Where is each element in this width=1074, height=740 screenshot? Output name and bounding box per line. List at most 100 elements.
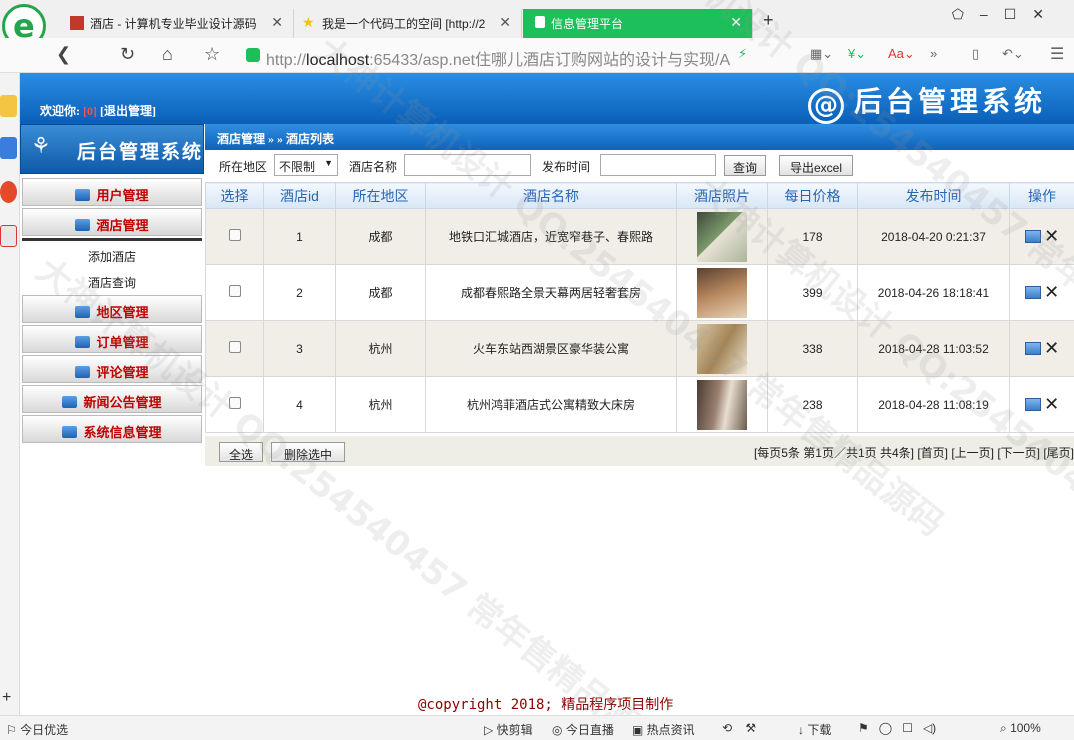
- cell-region: 成都: [335, 264, 426, 321]
- close-icon[interactable]: ✕: [271, 14, 283, 31]
- submenu-add-hotel[interactable]: 添加酒店: [22, 242, 202, 268]
- home-icon[interactable]: ⌂: [162, 44, 173, 65]
- cell-id: 4: [263, 376, 336, 433]
- edit-icon[interactable]: [1024, 398, 1041, 411]
- status-item-clip[interactable]: ▷ 快剪辑: [484, 721, 533, 738]
- cell-name: 地铁口汇城酒店，近宽窄巷子、春熙路: [425, 208, 677, 265]
- bookmark-star-icon[interactable]: ☆: [204, 44, 220, 65]
- menu-icon: [75, 219, 91, 231]
- notes-icon[interactable]: [0, 137, 17, 159]
- cell-region: 杭州: [335, 320, 426, 377]
- menu-icon[interactable]: ☰: [1050, 44, 1064, 64]
- status-tools[interactable]: ⚑ ◯ ☐ ◁): [858, 721, 936, 735]
- hotel-name-input[interactable]: [404, 154, 531, 176]
- sidebar-item-region[interactable]: 地区管理: [22, 295, 202, 323]
- edit-icon[interactable]: [1024, 286, 1041, 299]
- col-time: 发布时间: [857, 182, 1010, 209]
- cell-region: 成都: [335, 208, 426, 265]
- tab-hotel-source[interactable]: 酒店 - 计算机专业毕业设计源码 ✕: [62, 9, 294, 38]
- table-header-row: 选择 酒店id 所在地区 酒店名称 酒店照片 每日价格 发布时间 操作: [205, 182, 1074, 209]
- reload-icon[interactable]: ↻: [120, 44, 135, 65]
- chevron-down-icon: ▼: [324, 158, 333, 168]
- people-logo-icon: ⚘: [31, 133, 51, 158]
- status-left[interactable]: ⚐ 今日优选: [6, 721, 68, 738]
- tab-title: 信息管理平台: [551, 17, 624, 31]
- col-action: 操作: [1009, 182, 1074, 209]
- cell-time: 2018-04-28 11:08:19: [857, 376, 1010, 433]
- sidebar-item-hotel[interactable]: 酒店管理: [22, 208, 202, 236]
- row-checkbox[interactable]: [228, 285, 241, 297]
- row-checkbox[interactable]: [228, 397, 241, 409]
- delete-selected-button[interactable]: 删除选中: [271, 442, 345, 462]
- favorites-icon[interactable]: [0, 95, 17, 117]
- publish-time-input[interactable]: [600, 154, 716, 176]
- zoom-level[interactable]: ⌕ 100%: [1000, 721, 1041, 736]
- region-select[interactable]: 不限制 ▼: [274, 154, 338, 176]
- currency-icon[interactable]: ¥⌄: [848, 46, 866, 62]
- apps-icon[interactable]: ▦⌄: [810, 46, 833, 62]
- undo-icon[interactable]: ↶⌄: [1002, 46, 1024, 62]
- select-all-button[interactable]: 全选: [219, 442, 263, 462]
- status-item-live[interactable]: ◎ 今日直播: [552, 721, 614, 738]
- menu-label: 系统信息管理: [83, 425, 162, 440]
- tab-info-platform[interactable]: 信息管理平台 ✕: [523, 9, 753, 38]
- edit-icon[interactable]: [1024, 230, 1041, 243]
- status-label: 热点资讯: [646, 723, 695, 737]
- close-icon[interactable]: ✕: [730, 14, 742, 31]
- back-icon[interactable]: ❮: [56, 44, 71, 65]
- logout-link[interactable]: [退出管理]: [100, 104, 156, 118]
- more-icon[interactable]: »: [930, 46, 937, 61]
- at-logo-icon: @: [807, 88, 844, 124]
- speed-icon[interactable]: ⚡: [738, 46, 747, 62]
- cell-name: 火车东站西湖景区豪华装公寓: [425, 320, 677, 377]
- welcome-prefix: 欢迎你:: [40, 104, 80, 118]
- hotel-photo[interactable]: [697, 379, 747, 430]
- sidebar-item-news[interactable]: 新闻公告管理: [22, 385, 202, 413]
- cell-id: 3: [263, 320, 336, 377]
- menu-icon: [62, 426, 78, 438]
- delete-icon[interactable]: ✕: [1044, 394, 1059, 414]
- status-icons[interactable]: ⟲ ⚒: [722, 721, 756, 735]
- row-checkbox[interactable]: [228, 341, 241, 353]
- pagination[interactable]: [每页5条 第1页／共1页 共4条] [首页] [上一页] [下一页] [尾页]: [754, 444, 1074, 461]
- current-user: [0]: [83, 104, 97, 118]
- hotel-photo[interactable]: [697, 323, 747, 374]
- region-select-value: 不限制: [279, 160, 316, 174]
- sidebar-item-system[interactable]: 系统信息管理: [22, 415, 202, 443]
- sidebar-item-order[interactable]: 订单管理: [22, 325, 202, 353]
- hotel-photo[interactable]: [697, 267, 747, 318]
- cell-price: 338: [767, 320, 858, 377]
- hotel-photo[interactable]: [697, 211, 747, 262]
- edit-icon[interactable]: [1024, 342, 1041, 355]
- status-item-news[interactable]: ▣ 热点资讯: [632, 721, 695, 738]
- new-tab-icon[interactable]: +: [763, 10, 774, 31]
- sidebar-item-user[interactable]: 用户管理: [22, 178, 202, 206]
- sidebar-item-comment[interactable]: 评论管理: [22, 355, 202, 383]
- cell-name: 成都春熙路全景天幕两居轻奢套房: [425, 264, 677, 321]
- delete-icon[interactable]: ✕: [1044, 226, 1059, 246]
- mail-icon[interactable]: [0, 225, 17, 247]
- menu-icon: [75, 366, 91, 378]
- device-icon[interactable]: ▯: [972, 46, 979, 62]
- delete-icon[interactable]: ✕: [1044, 282, 1059, 302]
- tab-code-space[interactable]: ★ 我是一个代码工的空间 [http://2 ✕: [294, 9, 522, 38]
- export-excel-button[interactable]: 导出excel: [779, 155, 853, 176]
- delete-icon[interactable]: ✕: [1044, 338, 1059, 358]
- submenu-divider: [22, 238, 202, 241]
- window-controls[interactable]: ⬠–☐✕: [952, 6, 1060, 23]
- region-label: 所在地区: [219, 160, 268, 174]
- close-icon[interactable]: ✕: [499, 14, 511, 31]
- admin-header: 欢迎你: [0] [退出管理] @ 后台管理系统: [20, 73, 1074, 124]
- menu-label: 用户管理: [96, 188, 149, 203]
- menu-label: 地区管理: [96, 305, 149, 320]
- address-bar[interactable]: http://localhost:65433/asp.net住哪儿酒店订购网站的…: [240, 42, 796, 69]
- cell-time: 2018-04-26 18:18:41: [857, 264, 1010, 321]
- row-checkbox[interactable]: [228, 229, 241, 241]
- translate-icon[interactable]: Aa⌄: [888, 46, 915, 62]
- weibo-icon[interactable]: [0, 181, 17, 203]
- add-panel-icon[interactable]: +: [2, 689, 11, 707]
- submenu-hotel-query[interactable]: 酒店查询: [22, 268, 202, 294]
- url-path: :65433/asp.net住哪儿酒店订购网站的设计与实现/A: [369, 52, 731, 69]
- status-item-download[interactable]: ↓ 下载: [798, 721, 831, 738]
- query-button[interactable]: 查询: [724, 155, 766, 176]
